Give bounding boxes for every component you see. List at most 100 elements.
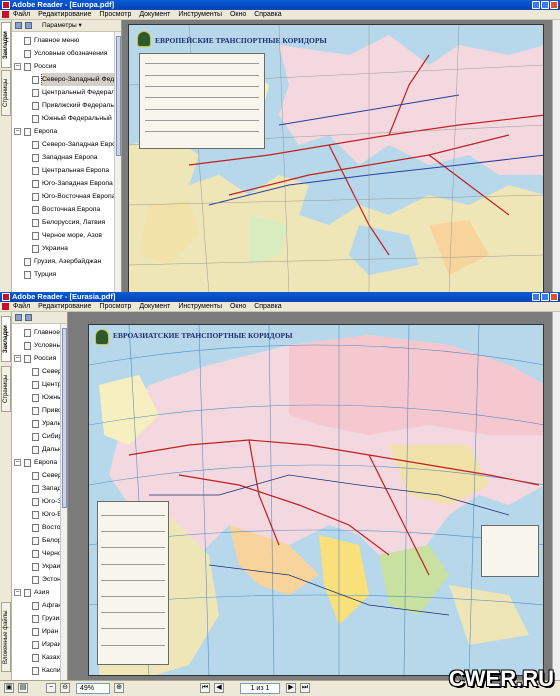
bookmark-item[interactable]: Северо-Западный Федеральный bbox=[12, 73, 121, 86]
bookmark-item[interactable]: Израиль bbox=[12, 638, 67, 651]
bookmark-item[interactable]: Приволжский bbox=[12, 404, 67, 417]
bookmark-item[interactable]: Южный Федеральный bbox=[12, 112, 121, 125]
bookmark-item[interactable]: Грузия bbox=[12, 612, 67, 625]
bookmark-item[interactable]: Южный bbox=[12, 391, 67, 404]
document-icon[interactable] bbox=[2, 10, 9, 18]
menu-window[interactable]: Окно bbox=[230, 303, 246, 310]
menu-document[interactable]: Документ bbox=[139, 303, 170, 310]
delete-bookmark-icon[interactable] bbox=[25, 22, 32, 29]
options-menu[interactable]: Параметры bbox=[42, 22, 77, 29]
menu-view[interactable]: Просмотр bbox=[99, 11, 131, 18]
prev-page-icon[interactable]: ◀ bbox=[214, 683, 224, 693]
next-page-icon[interactable]: ▶ bbox=[286, 683, 296, 693]
bookmark-item[interactable]: Украина bbox=[12, 242, 121, 255]
bookmark-item[interactable]: Западная Европа bbox=[12, 151, 121, 164]
menu-help[interactable]: Справка bbox=[254, 303, 281, 310]
bookmark-item[interactable]: Восточная bbox=[12, 521, 67, 534]
menu-document[interactable]: Документ bbox=[139, 11, 170, 18]
tree-collapse-icon[interactable]: − bbox=[14, 589, 21, 596]
bookmark-item[interactable]: Главное меню bbox=[12, 326, 67, 339]
minimize-icon[interactable] bbox=[532, 1, 540, 9]
document-scrollbar[interactable] bbox=[552, 312, 560, 680]
tab-bookmarks[interactable]: Закладки bbox=[1, 316, 11, 362]
bookmark-item[interactable]: Эстония bbox=[12, 573, 67, 586]
bookmark-item[interactable]: Условные обозначения bbox=[12, 47, 121, 60]
last-page-icon[interactable]: ⏭ bbox=[300, 683, 310, 693]
maximize-icon[interactable] bbox=[541, 293, 549, 301]
bookmark-item[interactable]: − Европа bbox=[12, 456, 67, 469]
menu-tools[interactable]: Инструменты bbox=[178, 11, 222, 18]
menu-edit[interactable]: Редактирование bbox=[38, 303, 91, 310]
menu-tools[interactable]: Инструменты bbox=[178, 303, 222, 310]
bookmark-item[interactable]: − Европа bbox=[12, 125, 121, 138]
bookmark-item[interactable]: Северо-Западная Европа bbox=[12, 138, 121, 151]
zoom-icon[interactable]: ⊖ bbox=[60, 683, 70, 693]
panel-scrollbar[interactable] bbox=[114, 32, 121, 292]
bookmark-item[interactable]: Афганистан bbox=[12, 599, 67, 612]
bookmark-item[interactable]: Белоруссия, Латвия bbox=[12, 216, 121, 229]
bookmark-item[interactable]: Белоруссия bbox=[12, 534, 67, 547]
bookmark-item[interactable]: Северо-Западный bbox=[12, 365, 67, 378]
bookmark-item[interactable]: Каспий bbox=[12, 664, 67, 677]
menu-window[interactable]: Окно bbox=[230, 11, 246, 18]
bookmark-item[interactable]: Уральский bbox=[12, 417, 67, 430]
bookmark-item[interactable]: Юго-Западная bbox=[12, 495, 67, 508]
chevron-down-icon[interactable]: ▾ bbox=[78, 22, 81, 29]
bookmark-item[interactable]: − Азия bbox=[12, 586, 67, 599]
close-icon[interactable] bbox=[550, 293, 558, 301]
maximize-icon[interactable] bbox=[541, 1, 549, 9]
title-bar[interactable]: Adobe Reader - [Europa.pdf] bbox=[0, 0, 560, 10]
bookmark-item[interactable]: Центральный bbox=[12, 378, 67, 391]
bookmark-item[interactable]: Центральная Европа bbox=[12, 164, 121, 177]
tab-bookmarks[interactable]: Закладки bbox=[1, 22, 11, 68]
tree-collapse-icon[interactable]: − bbox=[14, 459, 21, 466]
title-bar[interactable]: Adobe Reader - [Eurasia.pdf] bbox=[0, 292, 560, 302]
bookmark-item[interactable]: − Россия bbox=[12, 60, 121, 73]
menu-help[interactable]: Справка bbox=[254, 11, 281, 18]
menu-view[interactable]: Просмотр bbox=[99, 303, 131, 310]
bookmark-item[interactable]: Юго-Западная Европа bbox=[12, 177, 121, 190]
tree-collapse-icon[interactable]: − bbox=[14, 128, 21, 135]
zoom-in-icon[interactable]: ⊕ bbox=[114, 683, 124, 693]
expand-icon[interactable] bbox=[15, 314, 22, 321]
bookmark-item[interactable]: Условные обозначения bbox=[12, 339, 67, 352]
delete-bookmark-icon[interactable] bbox=[25, 314, 32, 321]
bookmark-item[interactable]: Северо-Западная bbox=[12, 469, 67, 482]
bookmark-item[interactable]: Черное море, Азов bbox=[12, 229, 121, 242]
panel-scrollbar[interactable] bbox=[60, 324, 67, 680]
bookmark-item[interactable]: Западная bbox=[12, 482, 67, 495]
bookmark-item[interactable]: Турция bbox=[12, 268, 121, 281]
bookmark-item[interactable]: Привлжский Федеральный bbox=[12, 99, 121, 112]
bookmark-item[interactable]: Казахстан bbox=[12, 651, 67, 664]
bookmark-item[interactable]: Юго-Восточная Европа bbox=[12, 190, 121, 203]
first-page-icon[interactable]: ⏮ bbox=[200, 683, 210, 693]
bookmark-item[interactable]: Иран bbox=[12, 625, 67, 638]
bookmark-item[interactable]: Черное море bbox=[12, 547, 67, 560]
document-scrollbar[interactable] bbox=[552, 20, 560, 292]
tree-collapse-icon[interactable]: − bbox=[14, 63, 21, 70]
bookmark-item[interactable]: Сибирский bbox=[12, 430, 67, 443]
menu-file[interactable]: Файл bbox=[13, 303, 30, 310]
expand-icon[interactable] bbox=[15, 22, 22, 29]
bookmark-item[interactable]: Украина bbox=[12, 560, 67, 573]
close-icon[interactable] bbox=[550, 1, 558, 9]
bookmark-item[interactable]: Юго-Восточная bbox=[12, 508, 67, 521]
bookmark-item[interactable]: Восточная Европа bbox=[12, 203, 121, 216]
bookmark-item[interactable]: Центральный Федеральный bbox=[12, 86, 121, 99]
menu-file[interactable]: Файл bbox=[13, 11, 30, 18]
bookmark-item[interactable]: Грузия, Азербайджан bbox=[12, 255, 121, 268]
tab-pages[interactable]: Страницы bbox=[1, 70, 11, 116]
bookmark-item[interactable]: Дальневосточный bbox=[12, 443, 67, 456]
tab-pages[interactable]: Страницы bbox=[1, 366, 11, 412]
menu-edit[interactable]: Редактирование bbox=[38, 11, 91, 18]
save-icon[interactable]: ▣ bbox=[4, 683, 14, 693]
tab-attachments[interactable]: Вложенные файлы bbox=[1, 602, 11, 672]
bookmark-item[interactable]: − Россия bbox=[12, 352, 67, 365]
document-icon[interactable] bbox=[2, 302, 9, 310]
tree-collapse-icon[interactable]: − bbox=[14, 355, 21, 362]
zoom-out-icon[interactable]: − bbox=[46, 683, 56, 693]
page-layout-icon[interactable]: ▤ bbox=[18, 683, 28, 693]
minimize-icon[interactable] bbox=[532, 293, 540, 301]
zoom-field[interactable]: 49% bbox=[76, 683, 110, 694]
page-number-field[interactable]: 1 из 1 bbox=[240, 683, 280, 694]
